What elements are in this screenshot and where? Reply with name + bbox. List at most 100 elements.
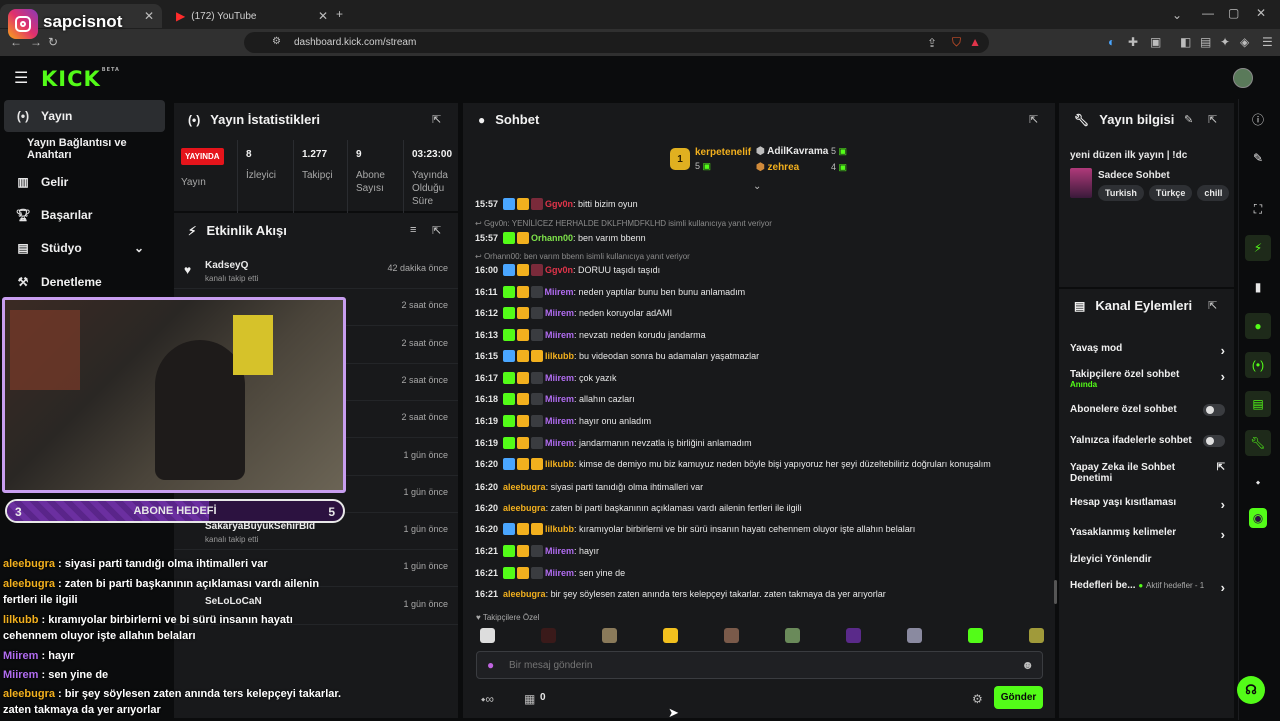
message-username[interactable]: lilkubb [545, 351, 574, 361]
tag[interactable]: chill [1197, 185, 1230, 201]
filter-icon[interactable]: ≡ [410, 224, 416, 236]
sidebar-item-gelir[interactable]: ▥ Gelir [4, 166, 165, 198]
url-field[interactable]: ⚙ dashboard.kick.com/stream ⇪ ⛉ ▲ [244, 32, 989, 53]
category-thumbnail[interactable] [1070, 168, 1092, 198]
lightning-icon[interactable]: ⚡︎ [1245, 235, 1271, 261]
channel-option[interactable]: Yapay Zeka ile Sohbet Denetimi ⇱ [1070, 462, 1225, 484]
sidebar-item-basarilar[interactable]: 🏆︎ Başarılar [4, 199, 165, 231]
stream-category[interactable]: Sadece Sohbet [1098, 170, 1170, 181]
message-username[interactable]: Miirem [545, 373, 574, 383]
tag[interactable]: Turkish [1098, 185, 1144, 201]
chat-message[interactable]: 16:20 lilkubb: kıramıyolar birbirlerni ve… [475, 522, 1035, 536]
popout-icon[interactable]: ⇱ [1029, 113, 1038, 126]
send-button[interactable]: Gönder [994, 686, 1043, 709]
chat-message[interactable]: 16:13 Miirem: nevzatı neden korudu jandar… [475, 328, 1035, 342]
chevron-down-icon[interactable]: ⌄ [1172, 8, 1182, 22]
gifter-3[interactable]: ⬢ zehrea [756, 162, 799, 173]
emote-icon[interactable] [968, 628, 983, 643]
minimize-icon[interactable]: — [1202, 6, 1214, 20]
chat-message[interactable]: 16:15 lilkubb: bu videodan sonra bu adama… [475, 349, 1035, 363]
message-username[interactable]: Miirem [545, 416, 574, 426]
chat-message[interactable]: 15:57 Orhann00: ben varım bbenn [475, 231, 1035, 245]
sidebar-toggle-icon[interactable]: ◧ [1180, 35, 1191, 49]
channel-option[interactable]: Hedefleri be... ● Aktif hedefler - 1 › [1070, 580, 1225, 595]
profile-thumbnail-icon[interactable]: ◉ [1249, 508, 1267, 528]
chat-message[interactable]: 16:21 aleebugra: bir şey söylesen zaten a… [475, 587, 1035, 601]
toggle-switch[interactable] [1203, 404, 1225, 416]
channel-option[interactable]: İzleyici Yönlendir [1070, 554, 1225, 565]
chat-message[interactable]: 16:20 aleebugra: siyasi parti tanıdığı ol… [475, 480, 1035, 494]
message-username[interactable]: aleebugra [503, 503, 546, 513]
close-tab-icon[interactable]: ✕ [318, 9, 328, 23]
channel-option[interactable]: Yalnızca ifadelerle sohbet [1070, 435, 1225, 447]
emoji-icon[interactable]: ☻ [1021, 658, 1034, 672]
popout-icon[interactable]: ⇱ [432, 224, 441, 237]
tag[interactable]: Türkçe [1148, 185, 1193, 201]
message-username[interactable]: lilkubb [545, 459, 574, 469]
chat-message[interactable]: 16:21 Miirem: sen yine de [475, 566, 1035, 580]
activity-row[interactable]: ♥ KadseyQ kanalı takip etti 42 dakika önce [174, 253, 458, 289]
vpn-icon[interactable]: ◈ [1240, 35, 1249, 49]
actions-icon[interactable]: ▤ [1245, 391, 1271, 417]
maximize-icon[interactable]: ▢ [1228, 6, 1239, 20]
sidebar-item-studyo[interactable]: ▤ Stüdyo ⌄ [4, 232, 165, 264]
emote-icon[interactable] [724, 628, 739, 643]
channel-option[interactable]: Takipçilere özel sohbet Anında › [1070, 369, 1225, 389]
message-username[interactable]: aleebugra [503, 482, 546, 492]
document-icon[interactable]: ▮ [1245, 274, 1271, 300]
message-username[interactable]: Miirem [545, 308, 574, 318]
chat-scrollbar[interactable] [1054, 580, 1057, 604]
brave-shield-icon[interactable]: ⛉ [952, 35, 961, 50]
sidebar-item-denetleme[interactable]: ⚒ Denetleme [4, 266, 165, 298]
reward-points-icon[interactable]: ⬩∞ [481, 692, 494, 707]
expand-leaderboard-icon[interactable]: ⌄ [753, 181, 761, 192]
chat-message[interactable]: 16:19 Miirem: jandarmanın nevzatla iş bir… [475, 436, 1035, 450]
browser-tab-youtube[interactable]: ▶ (172) YouTube ✕ [166, 4, 336, 28]
message-username[interactable]: Miirem [545, 394, 574, 404]
message-username[interactable]: lilkubb [545, 524, 574, 534]
support-headset-icon[interactable]: ☊ [1237, 676, 1265, 704]
top-gifter-name[interactable]: kerpetenelif [695, 147, 751, 158]
goals-icon[interactable]: ⬩ [1245, 469, 1271, 495]
translate-icon[interactable]: ◐ [1108, 35, 1115, 49]
wrench-icon[interactable]: 🔧︎ [1245, 430, 1271, 456]
info-icon[interactable]: ⓘ [1245, 106, 1271, 132]
chat-message[interactable]: 16:21 Miirem: hayır [475, 544, 1035, 558]
brave-rewards-icon[interactable]: ▲ [969, 35, 981, 49]
close-tab-icon[interactable]: ✕ [144, 9, 154, 23]
emote-icon[interactable] [907, 628, 922, 643]
sidebar-item-yayin[interactable]: (•) Yayın [4, 100, 165, 132]
wallet-icon[interactable]: ▤ [1200, 35, 1211, 49]
chat-message[interactable]: 16:20 aleebugra: zaten bi parti başkanını… [475, 501, 1035, 515]
hamburger-menu-icon[interactable]: ☰ [14, 68, 28, 88]
message-username[interactable]: Miirem [545, 330, 574, 340]
settings-icon[interactable]: ⚙ [972, 692, 983, 706]
user-avatar[interactable] [1233, 68, 1253, 88]
fullscreen-icon[interactable]: ⛶ [1245, 196, 1271, 222]
menu-icon[interactable]: ☰ [1262, 35, 1273, 49]
message-username[interactable]: Orhann00 [531, 233, 573, 243]
chat-message[interactable]: 16:00 Ggv0n: DORUU taşıdı taşıdı [475, 263, 1035, 277]
chat-message[interactable]: 16:19 Miirem: hayır onu anladım [475, 414, 1035, 428]
emote-icon[interactable] [1029, 628, 1044, 643]
channel-option[interactable]: Yavaş mod › [1070, 343, 1225, 358]
reply-context[interactable]: ↩ Orhann00: ben varım bbenn isimli kulla… [475, 252, 690, 261]
extensions-icon[interactable]: ✚ [1128, 35, 1138, 49]
message-username[interactable]: Miirem [545, 438, 574, 448]
microphone-icon[interactable]: ● [487, 658, 494, 672]
chat-icon[interactable]: ● [1245, 313, 1271, 339]
chat-message[interactable]: 16:20 lilkubb: kimse de demiyo mu biz kam… [475, 457, 1035, 471]
sidebar-item-stream-key[interactable]: Yayın Bağlantısı ve Anahtarı [4, 133, 165, 165]
popout-icon[interactable]: ⇱ [432, 113, 441, 126]
chat-message[interactable]: 16:17 Miirem: çok yazık [475, 371, 1035, 385]
emote-icon[interactable] [785, 628, 800, 643]
leo-ai-icon[interactable]: ✦ [1220, 35, 1230, 49]
shop-icon[interactable]: ▦ [524, 692, 535, 706]
popout-icon[interactable]: ⇱ [1208, 299, 1217, 312]
site-info-icon[interactable]: ⚙ [272, 36, 281, 47]
channel-option[interactable]: Abonelere özel sohbet [1070, 404, 1225, 416]
kick-logo[interactable]: KICKBETA [41, 67, 120, 91]
emote-icon[interactable] [480, 628, 495, 643]
chat-message-input[interactable] [509, 657, 989, 673]
message-username[interactable]: Miirem [545, 546, 574, 556]
